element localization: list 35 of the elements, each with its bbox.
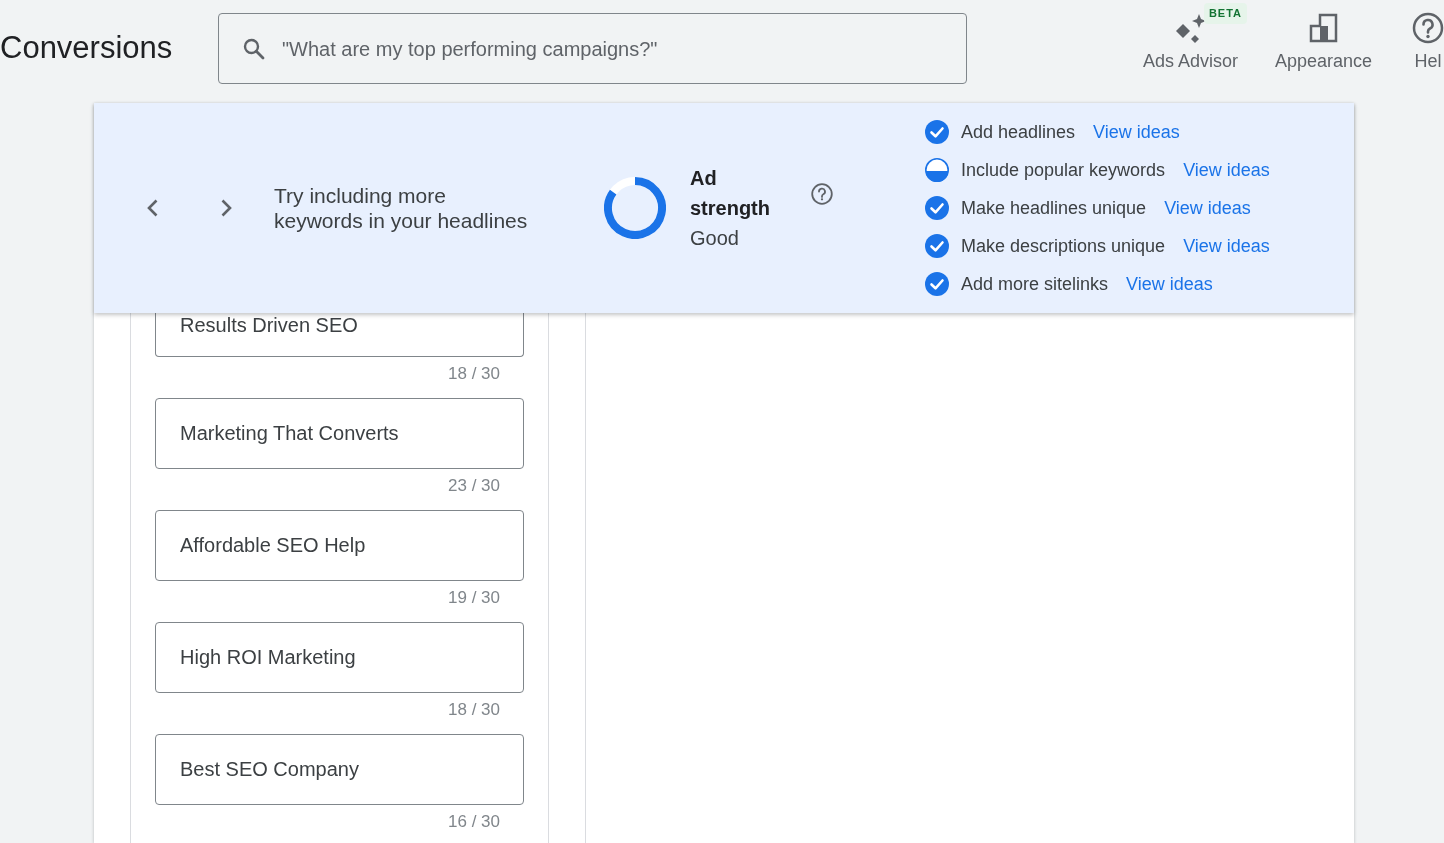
character-counter: 18 / 30 (448, 364, 500, 384)
search-field[interactable]: "What are my top performing campaigns?" (218, 13, 967, 84)
search-input[interactable]: "What are my top performing campaigns?" (282, 35, 950, 62)
strength-ring-meter (604, 177, 666, 239)
suggestion-text: Try including more keywords in your headlines (274, 183, 529, 233)
bars-icon (1307, 12, 1340, 44)
appearance-button[interactable]: Appearance (1274, 12, 1372, 71)
headline-field[interactable]: High ROI Marketing (155, 622, 524, 693)
character-counter: 16 / 30 (448, 812, 500, 832)
view-ideas-link[interactable]: View ideas (1126, 273, 1213, 295)
character-counter: 19 / 30 (448, 588, 500, 608)
headline-field[interactable]: Best SEO Company (155, 734, 524, 805)
headline-field[interactable]: Results Driven SEO (155, 313, 524, 357)
checklist-item-label: Make headlines unique (961, 197, 1147, 219)
ad-strength-rating: Good (690, 226, 740, 251)
page-title: Conversions (0, 30, 173, 66)
checklist-item-label: Add headlines (961, 121, 1076, 143)
view-ideas-link[interactable]: View ideas (1183, 235, 1270, 257)
ad-strength-label: Ad strength (690, 166, 771, 221)
view-ideas-link[interactable]: View ideas (1093, 121, 1180, 143)
view-ideas-link[interactable]: View ideas (1183, 159, 1270, 181)
checklist-item-label: Add more sitelinks (961, 273, 1109, 295)
character-counter: 18 / 30 (448, 700, 500, 720)
headline-field[interactable]: Affordable SEO Help (155, 510, 524, 581)
checklist-item-label: Make descriptions unique (961, 235, 1166, 257)
help-icon (1412, 12, 1444, 44)
view-ideas-link[interactable]: View ideas (1164, 197, 1251, 219)
help-icon[interactable] (811, 183, 833, 205)
beta-badge: BETA (1203, 3, 1247, 24)
sparkles-icon (1174, 12, 1207, 44)
headline-field[interactable]: Marketing That Converts (155, 398, 524, 469)
help-button[interactable]: Hel (1412, 12, 1444, 71)
character-counter: 23 / 30 (448, 476, 500, 496)
checklist-item-label: Include popular keywords (961, 159, 1166, 181)
search-icon (242, 36, 266, 61)
